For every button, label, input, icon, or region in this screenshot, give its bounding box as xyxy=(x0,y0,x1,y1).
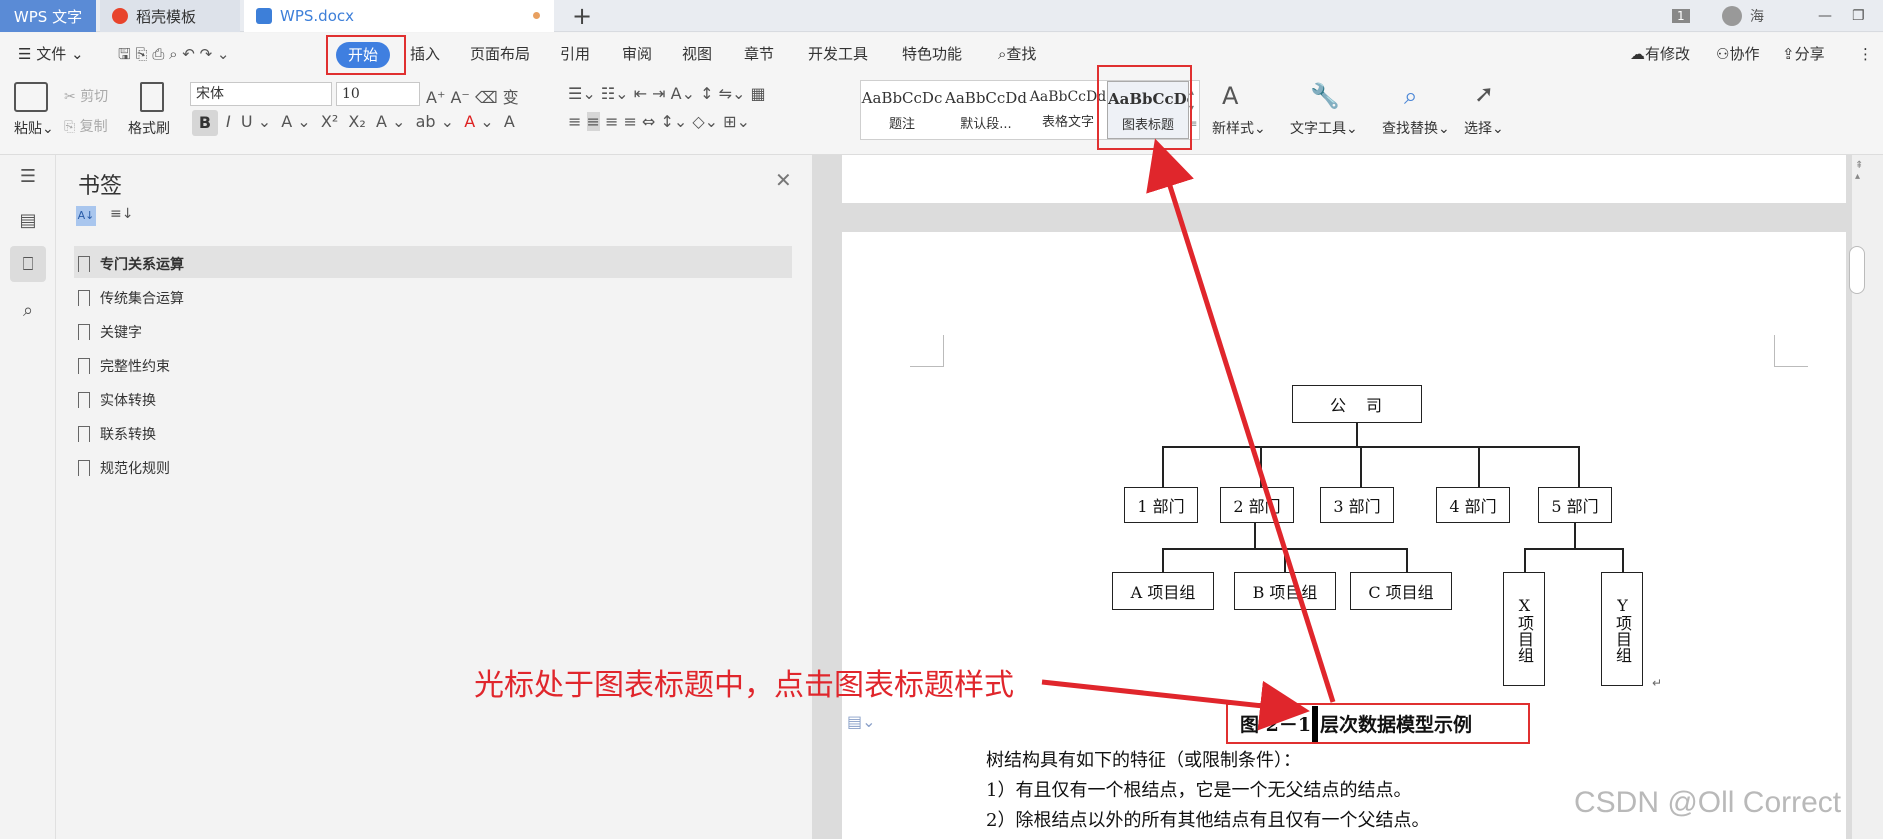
watermark: CSDN @Oll Correct xyxy=(1574,786,1842,819)
arrow-to-caption xyxy=(1041,679,1310,731)
annotation-arrows xyxy=(1041,138,1336,731)
arrow-to-style xyxy=(1146,138,1336,703)
